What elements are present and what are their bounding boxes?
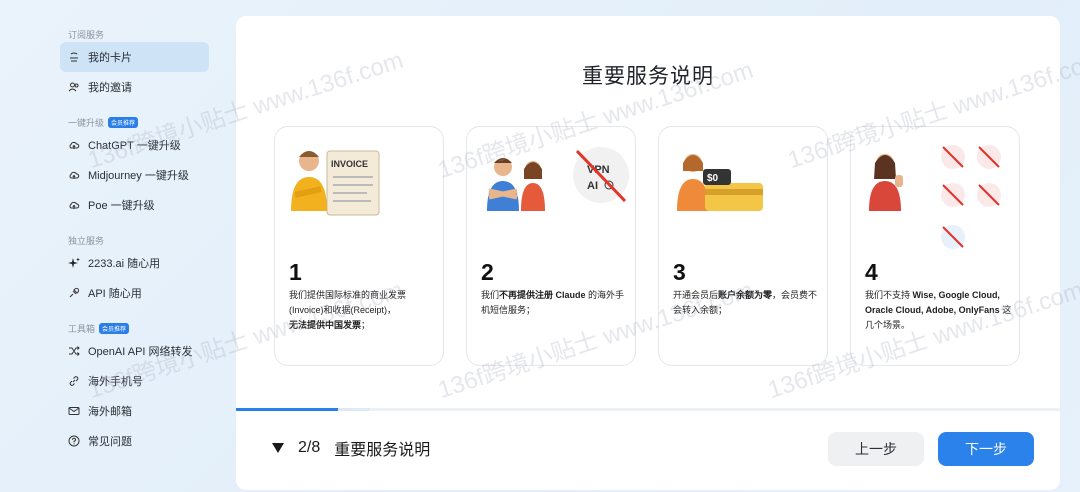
sidebar-item-label: 2233.ai 随心用 bbox=[88, 258, 161, 270]
step-progress-bar bbox=[236, 408, 1060, 411]
sidebar: 订阅服务 我的卡片 我的邀请 一键升级 会员推荐 ChatGPT 一键升级 Mid… bbox=[0, 0, 222, 492]
sidebar-item-api[interactable]: API 随心用 bbox=[60, 278, 209, 308]
invoice-person-illustration: INVOICE bbox=[291, 150, 380, 216]
sidebar-item-mail[interactable]: 海外邮箱 bbox=[60, 396, 209, 426]
card-number: 2 bbox=[481, 259, 494, 285]
sidebar-item-midjourney[interactable]: Midjourney 一键升级 bbox=[60, 160, 209, 190]
sidebar-item-label: 海外手机号 bbox=[88, 376, 143, 388]
link-icon bbox=[68, 375, 80, 387]
notice-card-3: $0 3 开通会员后账户余额为零，会员费不会转入余额； bbox=[658, 126, 828, 366]
cloud-upload-icon bbox=[68, 139, 80, 151]
sidebar-item-label: Midjourney 一键升级 bbox=[88, 170, 189, 182]
no-vpn-people-illustration: VPN AI bbox=[487, 147, 629, 211]
service-notice-panel: 重要服务说明 INVOICE 1 我们提供国际标准的商业发票 (Invoice)… bbox=[236, 16, 1060, 490]
sidebar-item-poe[interactable]: Poe 一键升级 bbox=[60, 190, 209, 220]
illus-invoice-label: INVOICE bbox=[331, 159, 368, 169]
sparkle-icon bbox=[68, 257, 80, 269]
card-number: 1 bbox=[289, 259, 302, 285]
step-progress-fill bbox=[236, 408, 338, 411]
notice-card-2: VPN AI 2 我们不再提供注册 Claude 的海外手机短信服务； bbox=[466, 126, 636, 366]
sidebar-item-label: 海外邮箱 bbox=[88, 406, 132, 418]
sidebar-item-label: 我的邀请 bbox=[88, 82, 132, 94]
step-title: 重要服务说明 bbox=[334, 442, 431, 459]
page-title: 重要服务说明 bbox=[582, 65, 714, 88]
sidebar-item-my-invite[interactable]: 我的邀请 bbox=[60, 72, 209, 102]
shuffle-icon bbox=[68, 345, 80, 357]
sidebar-item-label: OpenAI API 网络转发 bbox=[88, 346, 193, 358]
recommend-badge: 会员推荐 bbox=[108, 116, 139, 128]
notice-card-4: 4 我们不支持 Wise, Google Cloud, Oracle Cloud… bbox=[850, 126, 1020, 366]
cloud-upload-icon bbox=[68, 199, 80, 211]
prev-button[interactable]: 上一步 bbox=[828, 432, 924, 466]
zero-balance-illustration: $0 bbox=[677, 154, 763, 211]
plug-icon bbox=[68, 287, 80, 299]
mail-icon bbox=[68, 405, 80, 417]
help-circle-icon bbox=[68, 435, 80, 447]
sidebar-item-label: API 随心用 bbox=[88, 288, 142, 300]
step-footer: 2/8 重要服务说明 bbox=[272, 436, 430, 460]
cloud-upload-icon bbox=[68, 169, 80, 181]
notice-card-1: INVOICE 1 我们提供国际标准的商业发票 (Invoice)和收据(Rec… bbox=[274, 126, 444, 366]
section-label-subscribe: 订阅服务 bbox=[68, 29, 105, 40]
sidebar-item-my-card[interactable]: 我的卡片 bbox=[60, 42, 209, 72]
next-button[interactable]: 下一步 bbox=[938, 432, 1034, 466]
sidebar-item-openai-proxy[interactable]: OpenAI API 网络转发 bbox=[60, 336, 209, 366]
sidebar-item-label: Poe 一键升级 bbox=[88, 200, 155, 212]
section-label-tools: 工具箱 会员推荐 bbox=[0, 320, 222, 336]
sidebar-item-label: 常见问题 bbox=[88, 436, 132, 448]
sidebar-item-faq[interactable]: 常见问题 bbox=[60, 426, 209, 456]
illus-ai-label: AI bbox=[587, 180, 598, 192]
collapse-triangle-icon[interactable] bbox=[272, 443, 284, 453]
card-description: 我们不再提供注册 Claude 的海外手机短信服务； bbox=[481, 290, 625, 315]
unsupported-services-illustration bbox=[869, 145, 1001, 249]
step-progress-next bbox=[338, 408, 370, 411]
sidebar-item-chatgpt[interactable]: ChatGPT 一键升级 bbox=[60, 130, 209, 160]
sidebar-item-2233ai[interactable]: 2233.ai 随心用 bbox=[60, 248, 209, 278]
step-counter: 2/8 bbox=[298, 439, 321, 456]
card-icon bbox=[68, 51, 80, 63]
sidebar-item-label: ChatGPT 一键升级 bbox=[88, 140, 181, 152]
card-description: 我们不支持 Wise, Google Cloud, Oracle Cloud, … bbox=[865, 290, 1012, 330]
recommend-badge: 会员推荐 bbox=[99, 322, 130, 334]
card-description: 我们提供国际标准的商业发票 (Invoice)和收据(Receipt)， 无法提… bbox=[289, 290, 407, 330]
card-number: 4 bbox=[865, 259, 878, 285]
sidebar-item-label: 我的卡片 bbox=[88, 52, 132, 64]
section-label-standalone: 独立服务 bbox=[68, 235, 105, 246]
card-number: 3 bbox=[673, 259, 686, 285]
sidebar-item-phone[interactable]: 海外手机号 bbox=[60, 366, 209, 396]
card-description: 开通会员后账户余额为零，会员费不会转入余额； bbox=[673, 290, 818, 315]
users-icon bbox=[68, 81, 80, 93]
section-label-upgrade: 一键升级 会员推荐 bbox=[0, 114, 222, 130]
illus-zero-balance-label: $0 bbox=[707, 173, 719, 184]
